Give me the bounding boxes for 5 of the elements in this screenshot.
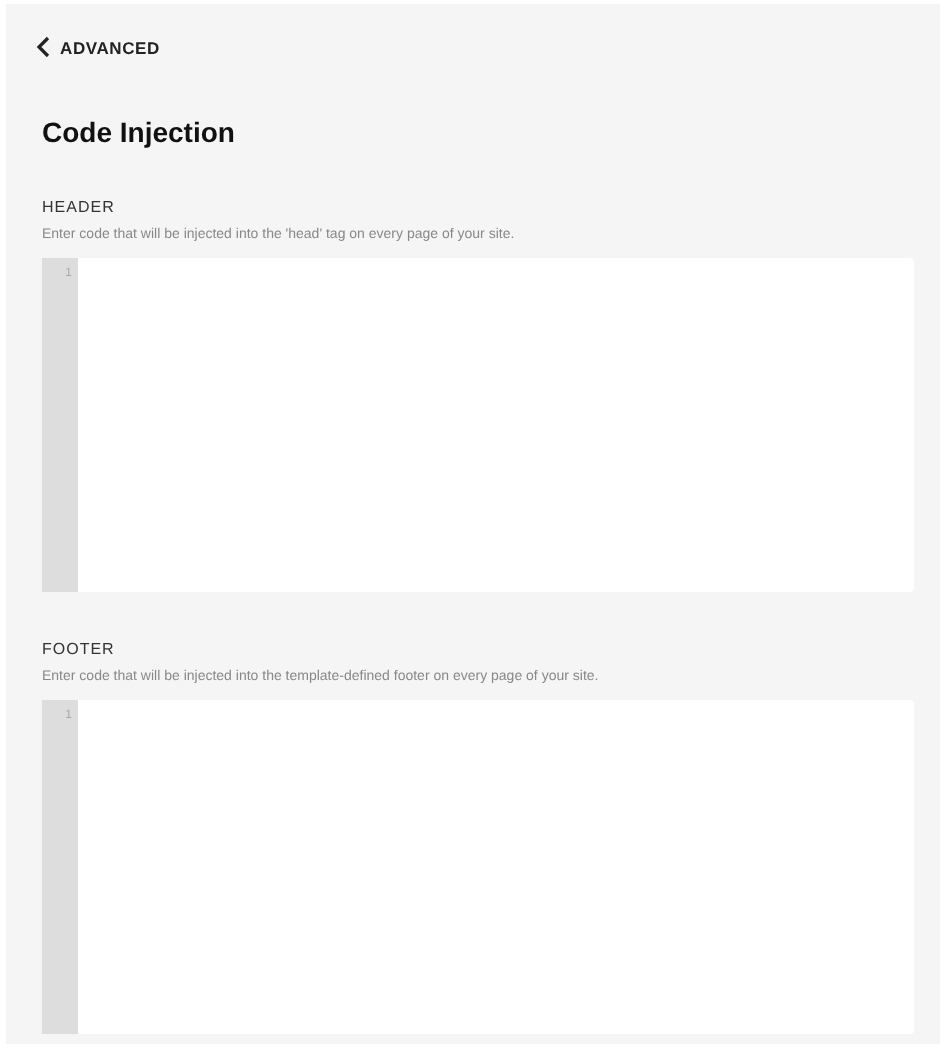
chevron-left-icon [36, 36, 50, 58]
page-title: Code Injection [42, 116, 237, 148]
section-heading: FOOTER [42, 640, 117, 658]
back-link[interactable]: ADVANCED [36, 36, 160, 58]
section-heading: HEADER [42, 198, 117, 216]
